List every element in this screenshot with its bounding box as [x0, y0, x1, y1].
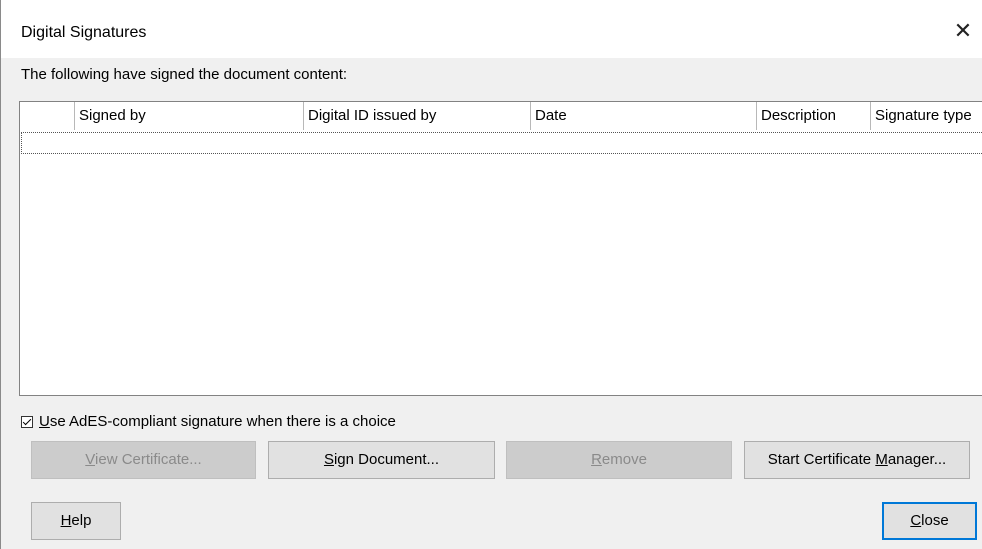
remove-button[interactable]: Remove [506, 441, 732, 479]
column-header-description[interactable]: Description [757, 102, 871, 130]
checkbox-checked-icon[interactable] [21, 415, 33, 428]
close-icon[interactable]: ✕ [943, 12, 982, 52]
table-header: Signed by Digital ID issued by Date Desc… [20, 102, 982, 130]
close-button[interactable]: Close [882, 502, 977, 540]
column-header-icon[interactable] [20, 102, 75, 130]
digital-signatures-dialog: Digital Signatures ✕ The following have … [0, 0, 982, 549]
column-header-signature-type[interactable]: Signature type [871, 102, 982, 130]
column-header-date[interactable]: Date [531, 102, 757, 130]
help-button[interactable]: Help [31, 502, 121, 540]
start-certificate-manager-button[interactable]: Start Certificate Manager... [744, 441, 970, 479]
signatures-table[interactable]: Signed by Digital ID issued by Date Desc… [19, 101, 982, 396]
ades-checkbox-row[interactable]: Use AdES-compliant signature when there … [21, 413, 396, 430]
focus-row[interactable] [21, 132, 982, 154]
column-header-issued-by[interactable]: Digital ID issued by [304, 102, 531, 130]
title-bar: Digital Signatures ✕ [1, 0, 982, 58]
signed-by-label: The following have signed the document c… [21, 66, 348, 83]
window-title: Digital Signatures [21, 24, 147, 41]
column-header-signed-by[interactable]: Signed by [75, 102, 304, 130]
sign-document-button[interactable]: Sign Document... [268, 441, 495, 479]
ades-checkbox-label: Use AdES-compliant signature when there … [39, 413, 396, 430]
view-certificate-button[interactable]: View Certificate... [31, 441, 256, 479]
